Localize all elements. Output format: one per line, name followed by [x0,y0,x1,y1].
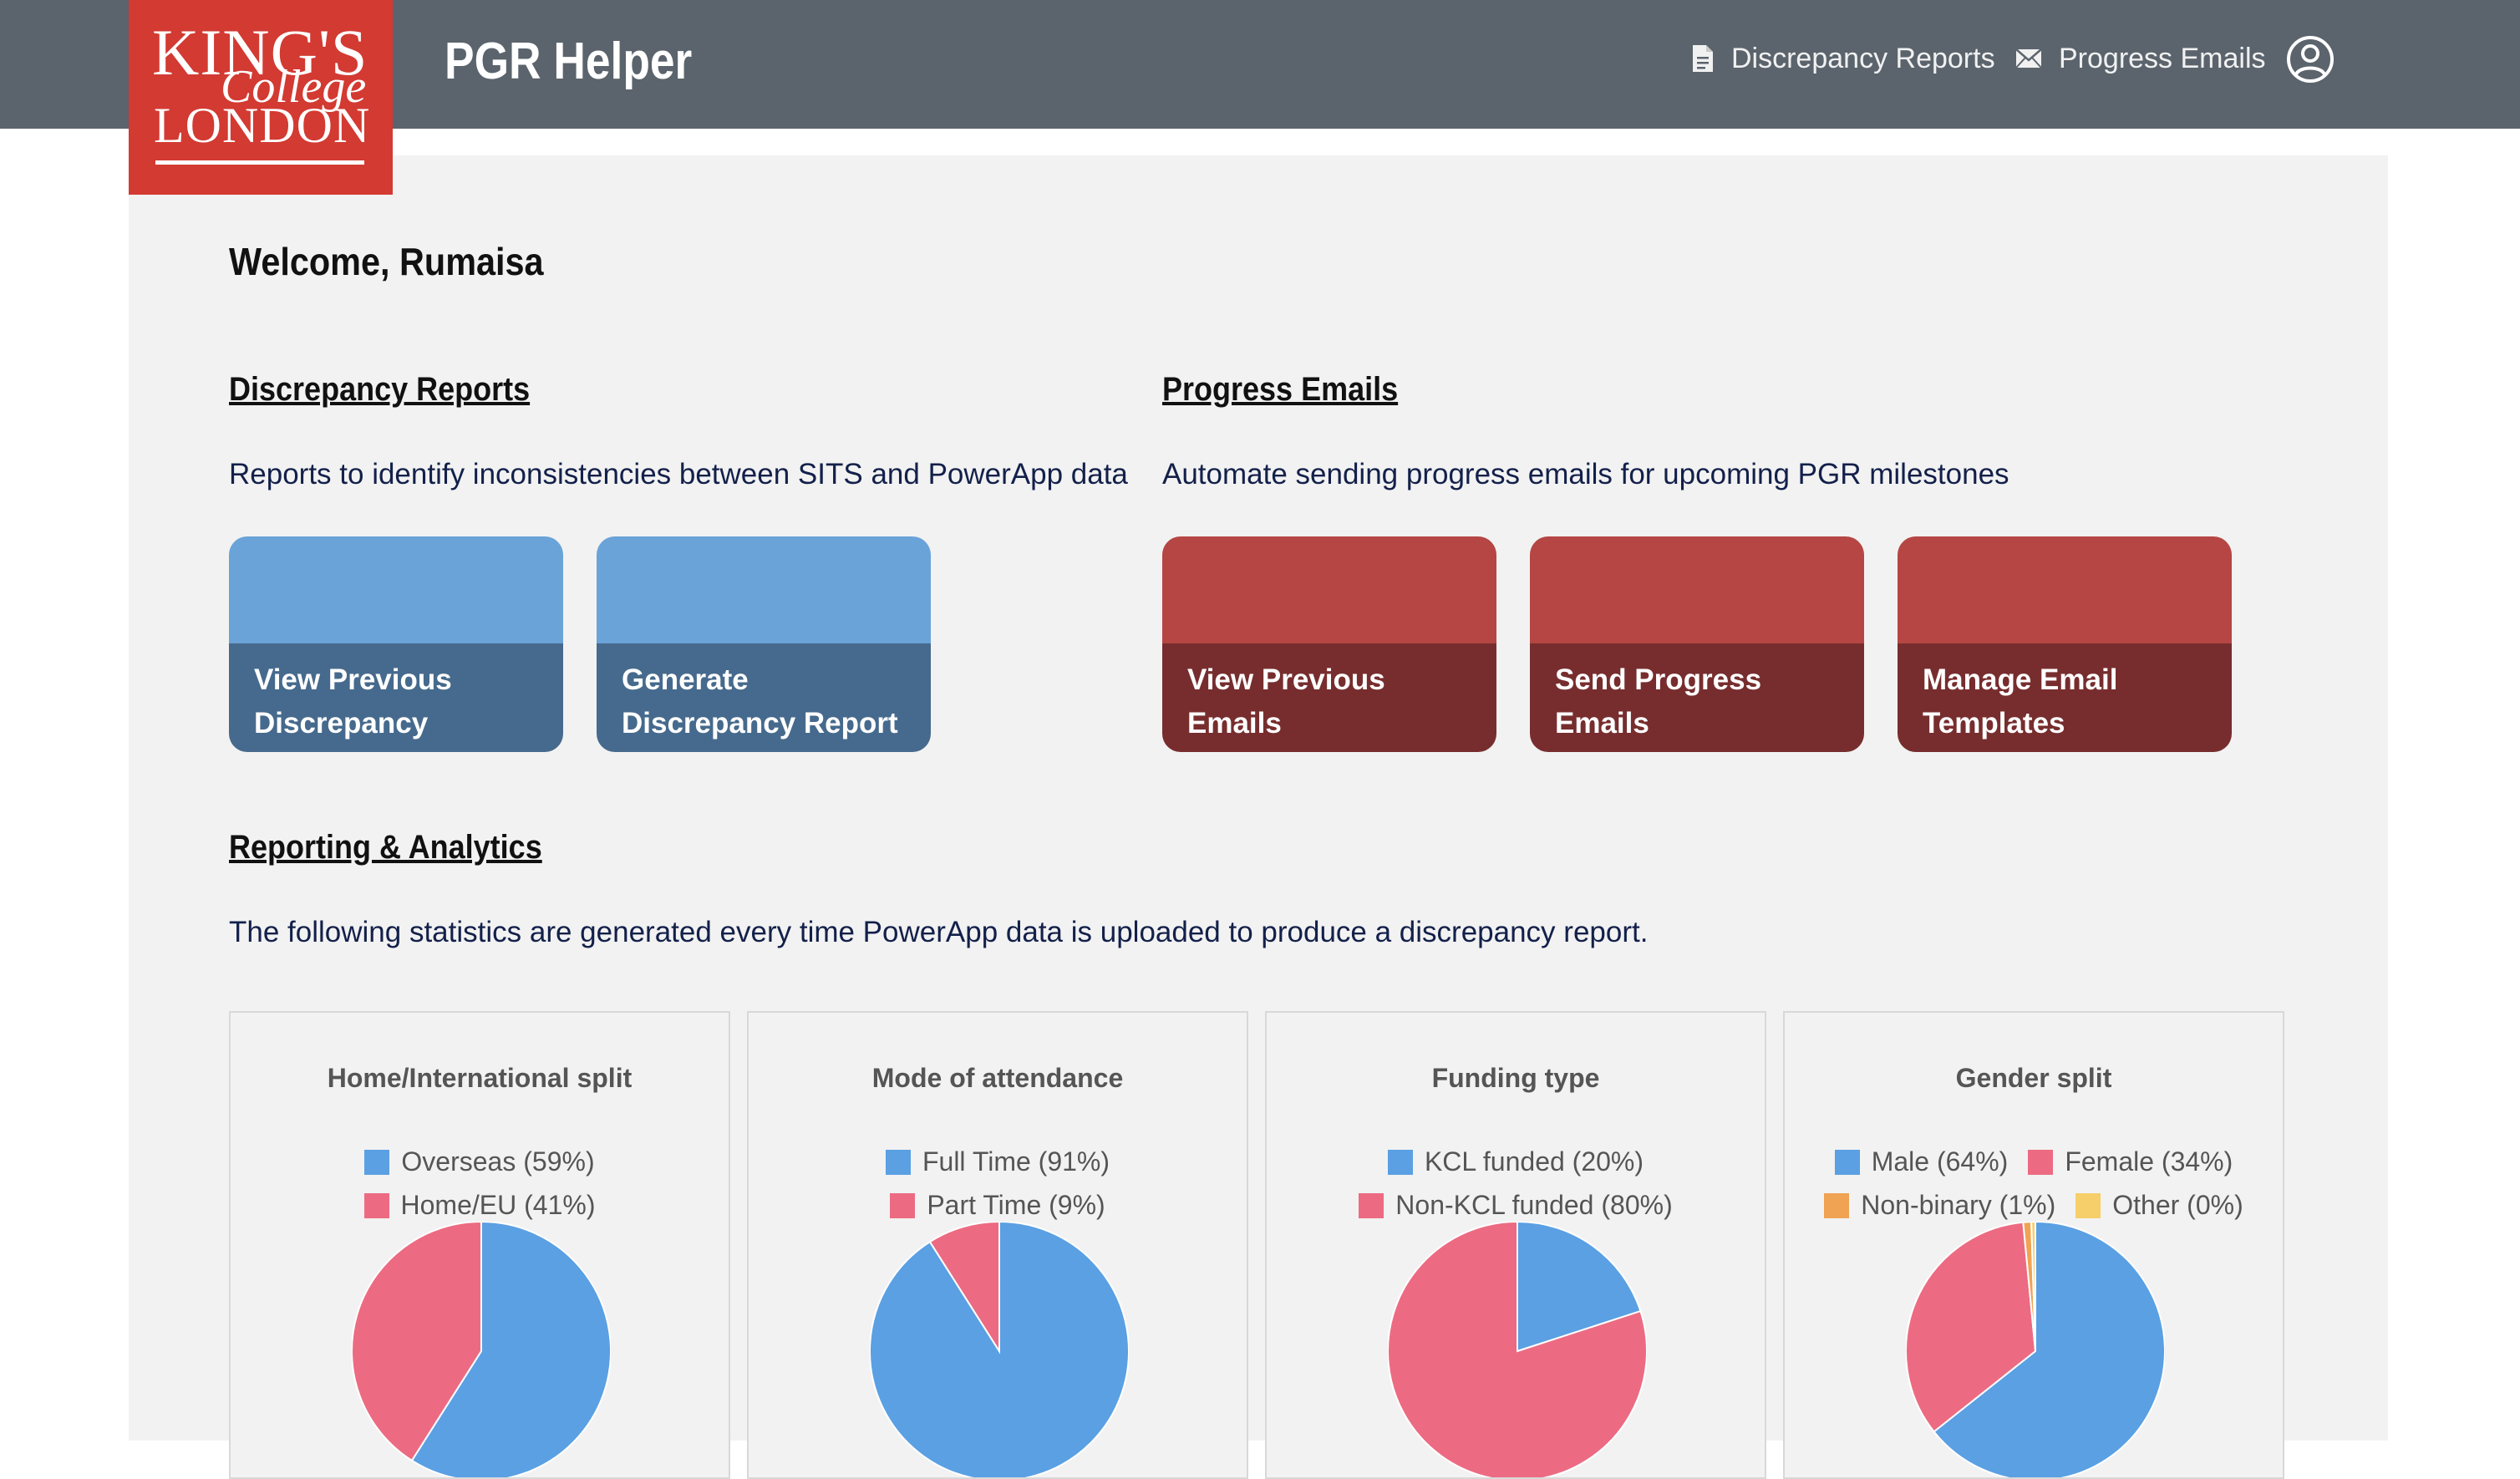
progress-emails-heading[interactable]: Progress Emails [1162,371,1398,409]
card-label-line1: Generate [622,663,749,696]
card-label-line2: Discrepancy Reports [254,707,429,752]
nav-discrepancy-reports[interactable]: Discrepancy Reports [1691,40,1995,77]
nav-progress-label: Progress Emails [2059,42,2266,74]
envelope-icon [2015,48,2042,69]
legend-label: Home/EU (41%) [400,1190,596,1220]
nav-discrepancy-label: Discrepancy Reports [1731,42,1995,74]
legend-item[interactable]: KCL funded (20%) [1387,1146,1644,1177]
legend-swatch [363,1192,389,1218]
legend-item[interactable]: Home/EU (41%) [363,1190,596,1221]
legend-label: Full Time (91%) [922,1146,1110,1177]
logo-rule [155,160,364,165]
legend-item[interactable]: Female (34%) [2028,1146,2233,1177]
legend-swatch [1824,1192,1850,1218]
chart-title: Home/International split [327,1063,633,1093]
legend-swatch [2075,1192,2101,1218]
legend-item[interactable]: Full Time (91%) [885,1146,1110,1177]
legend-swatch [364,1149,390,1175]
card-label-line1: View Previous [254,663,452,696]
legend-label: Non-binary (1%) [1861,1190,2056,1220]
chart-legend-row: KCL funded (20%) [1267,1146,1765,1177]
legend-swatch [885,1149,911,1175]
card-label-line1: Send Progress Emails [1555,663,1762,740]
discrepancy-heading[interactable]: Discrepancy Reports [229,371,530,409]
legend-swatch [2028,1149,2054,1175]
legend-label: Other (0%) [2112,1190,2243,1220]
legend-item[interactable]: Male (64%) [1834,1146,2009,1177]
progress-emails-description: Automate sending progress emails for upc… [1162,458,2009,490]
discrepancy-description: Reports to identify inconsistencies betw… [229,458,1128,490]
reporting-analytics-heading[interactable]: Reporting & Analytics [229,829,542,867]
chart-title: Gender split [1955,1063,2112,1093]
generate-discrepancy-report-button[interactable]: Generate Discrepancy Report [597,536,931,752]
chart-legend-row: Non-KCL funded (80%) [1267,1190,1765,1221]
kings-college-london-logo[interactable]: KING'S College LONDON [129,0,393,195]
welcome-heading: Welcome, Rumaisa [229,240,544,283]
chart-title: Mode of attendance [871,1063,1124,1093]
legend-item[interactable]: Non-binary (1%) [1824,1190,2055,1221]
account-icon[interactable] [2286,35,2335,84]
legend-swatch [890,1192,916,1218]
legend-swatch [1359,1192,1384,1218]
chart-funding-type: Funding type KCL funded (20%) Non-KCL fund… [1265,1011,1766,1479]
legend-swatch [1387,1149,1413,1175]
legend-swatch [1834,1149,1860,1175]
chart-legend-row: Full Time (91%) [749,1146,1247,1177]
chart-gender-split: Gender split Male (64%) Female (34%) Non-bi… [1783,1011,2284,1479]
legend-item[interactable]: Non-KCL funded (80%) [1359,1190,1673,1221]
legend-label: Part Time (9%) [927,1190,1105,1220]
legend-item[interactable]: Overseas (59%) [364,1146,595,1177]
chart-mode-of-attendance: Mode of attendance Full Time (91%) Part Ti… [747,1011,1248,1479]
chart-legend-row: Part Time (9%) [749,1190,1247,1221]
nav-progress-emails[interactable]: Progress Emails [2015,40,2266,77]
logo-line-london: LONDON [154,98,371,153]
legend-label: Female (34%) [2065,1146,2233,1177]
view-previous-emails-button[interactable]: View Previous Emails [1162,536,1496,752]
legend-label: Non-KCL funded (80%) [1395,1190,1673,1220]
card-label-line2: Templates [1923,707,2065,740]
send-progress-emails-button[interactable]: Send Progress Emails [1530,536,1864,752]
view-previous-discrepancy-reports-button[interactable]: View Previous Discrepancy Reports [229,536,563,752]
legend-label: Overseas (59%) [401,1146,595,1177]
card-label-line2: Discrepancy Report [622,707,898,740]
chart-legend-row: Overseas (59%) [231,1146,729,1177]
chart-legend-row: Male (64%) Female (34%) [1785,1146,2283,1177]
card-label-line1: View Previous Emails [1187,663,1385,740]
main-content-panel: Welcome, Rumaisa Discrepancy Reports Rep… [129,155,2388,1479]
app-title[interactable]: PGR Helper [445,32,692,91]
legend-item[interactable]: Part Time (9%) [890,1190,1105,1221]
legend-label: Male (64%) [1871,1146,2009,1177]
legend-label: KCL funded (20%) [1424,1146,1644,1177]
chart-home-international: Home/International split Overseas (59%) Ho… [229,1011,730,1479]
chart-legend-row: Home/EU (41%) [231,1190,729,1221]
chart-title: Funding type [1431,1063,1600,1093]
manage-email-templates-button[interactable]: Manage Email Templates [1898,536,2232,752]
document-icon [1693,45,1713,72]
reporting-analytics-description: The following statistics are generated e… [229,916,1649,948]
legend-item[interactable]: Other (0%) [2075,1190,2243,1221]
card-label-line1: Manage Email [1923,663,2118,696]
chart-legend-row: Non-binary (1%) Other (0%) [1785,1190,2283,1221]
